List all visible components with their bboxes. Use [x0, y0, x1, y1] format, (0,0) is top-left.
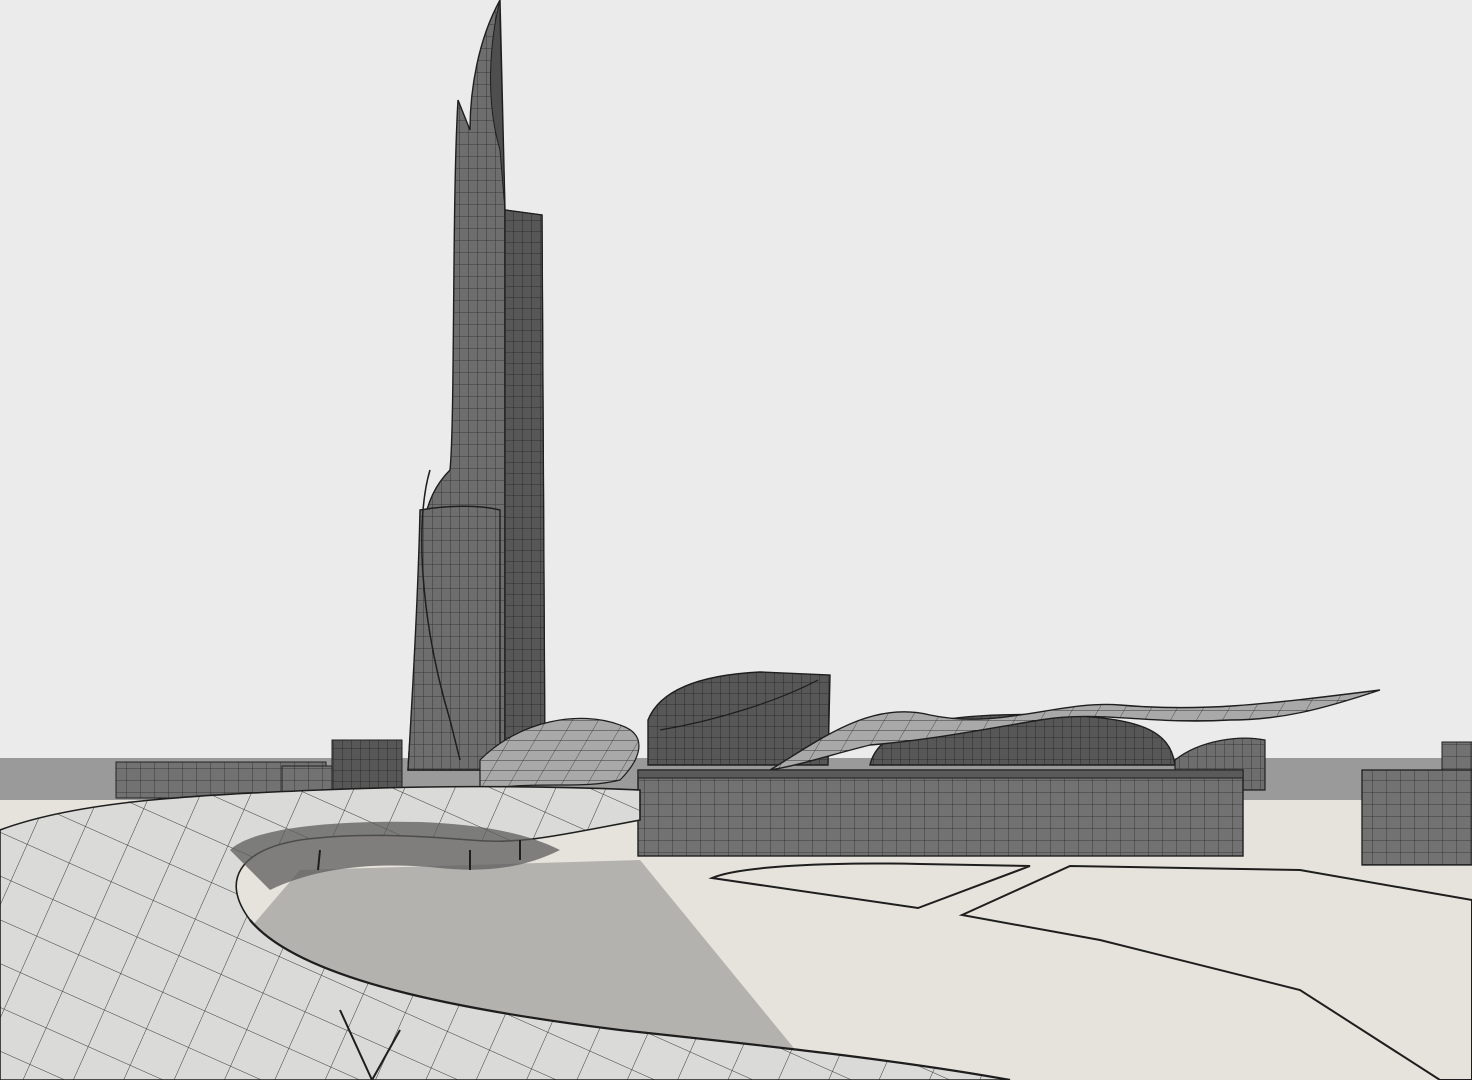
long-podium-block — [637, 769, 1244, 857]
render-viewport — [0, 0, 1472, 1080]
render-canvas — [0, 0, 1472, 1080]
